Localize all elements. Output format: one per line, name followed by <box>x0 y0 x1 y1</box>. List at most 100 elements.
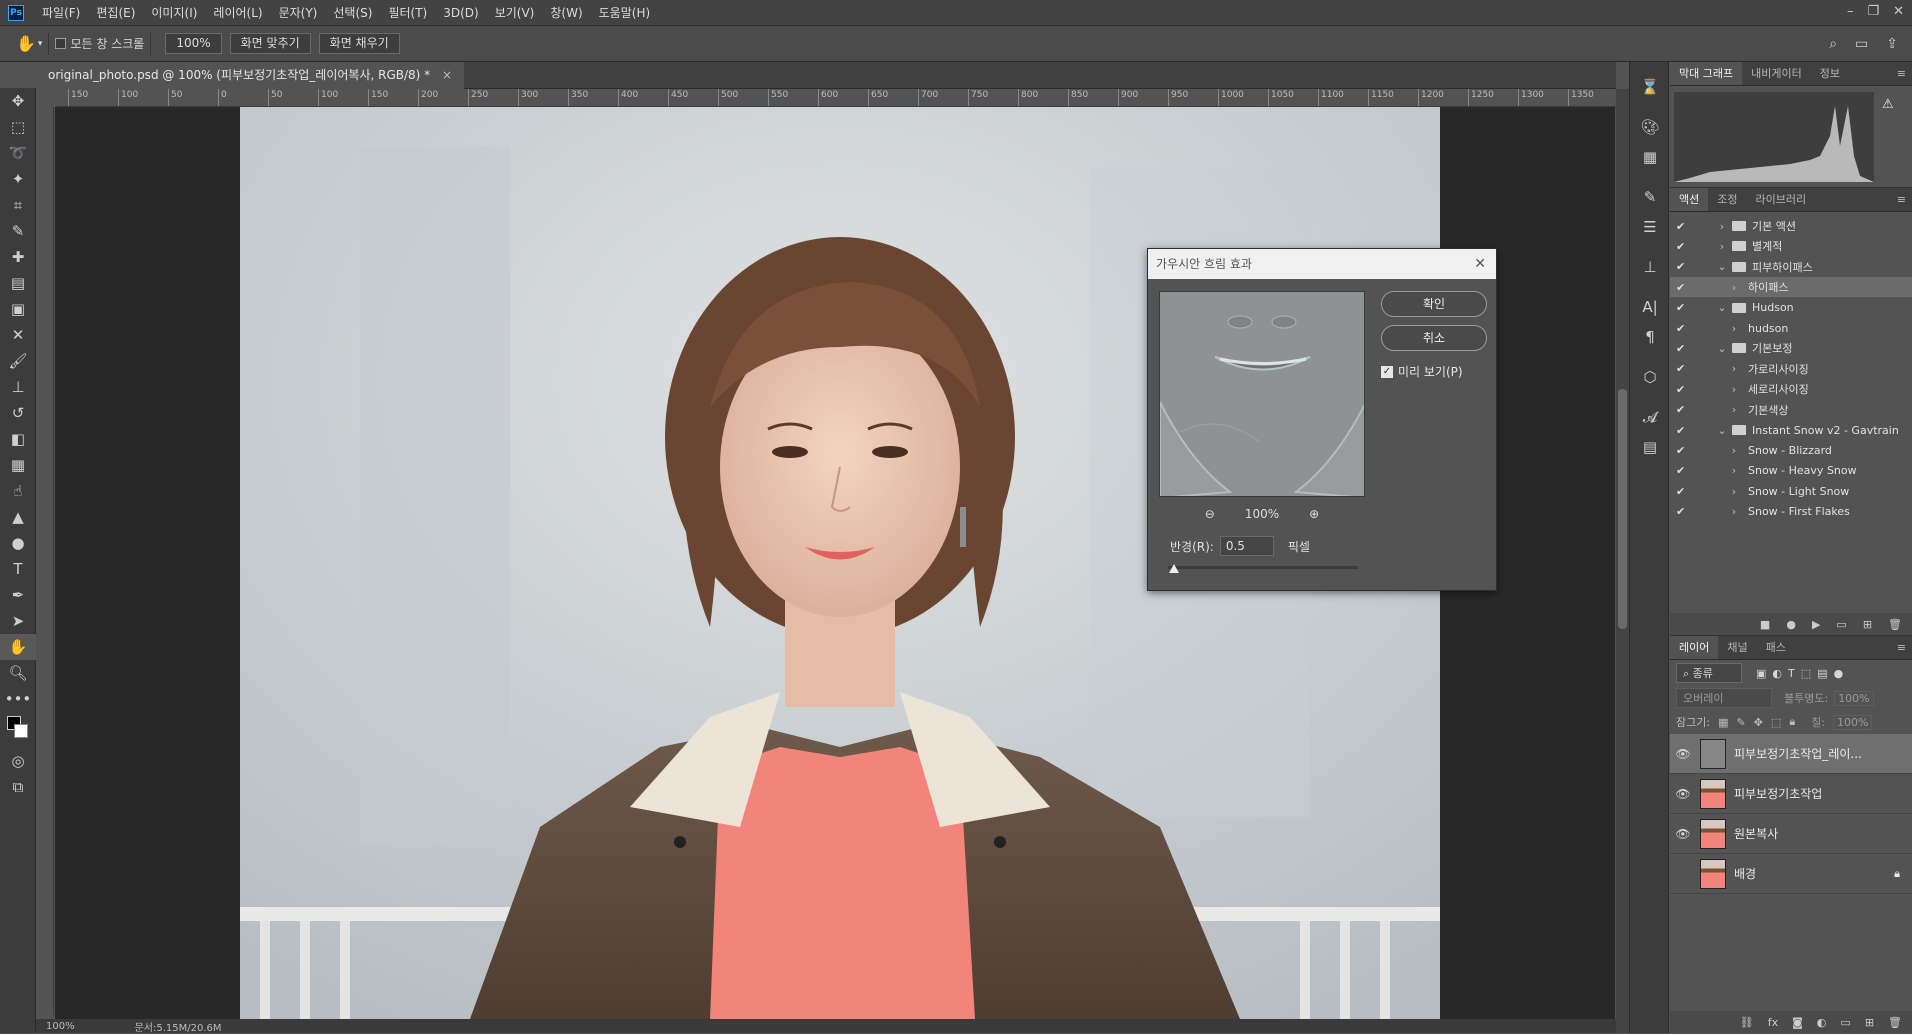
visibility-eye-icon[interactable]: 👁︎ <box>1670 827 1696 841</box>
menu-item-5[interactable]: 선택(S) <box>325 0 380 26</box>
dialog-toggle-box[interactable] <box>1696 423 1710 437</box>
menu-item-4[interactable]: 문자(Y) <box>271 0 326 26</box>
layer-filter-dropdown[interactable]: ⌕ 종류 <box>1676 663 1742 683</box>
menu-item-6[interactable]: 필터(T) <box>380 0 435 26</box>
preview-checkbox[interactable]: ✓ 미리 보기(P) <box>1381 363 1463 380</box>
lock-position-icon[interactable]: ✥ <box>1754 716 1763 729</box>
smudge-tool-icon[interactable]: ☝ <box>0 478 36 504</box>
zoom-out-icon[interactable]: ⊖ <box>1205 507 1215 521</box>
content-aware-move-icon[interactable]: ✕ <box>0 322 36 348</box>
patch-tool-icon[interactable]: ▤ <box>0 270 36 296</box>
action-enabled-check-icon[interactable]: ✔ <box>1676 505 1692 518</box>
play-icon[interactable]: ▶ <box>1812 618 1820 631</box>
history-brush-tool-icon[interactable]: ↺ <box>0 400 36 426</box>
dialog-toggle-box[interactable] <box>1696 403 1710 417</box>
action-enabled-check-icon[interactable]: ✔ <box>1676 342 1692 355</box>
visibility-eye-icon[interactable]: 👁︎ <box>1670 747 1696 761</box>
eyedropper-tool-icon[interactable]: ✎ <box>0 218 36 244</box>
action-enabled-check-icon[interactable]: ✔ <box>1676 424 1692 437</box>
new-action-icon[interactable]: ⊞ <box>1863 618 1872 631</box>
chevron-right-icon[interactable]: › <box>1716 220 1728 233</box>
frame-tool-icon[interactable]: ▣ <box>0 296 36 322</box>
stop-icon[interactable]: ■ <box>1760 618 1770 631</box>
zoom-tool-icon[interactable]: 🔍︎ <box>0 660 36 686</box>
filter-toggle-icon[interactable]: ● <box>1834 667 1844 680</box>
link-layers-icon[interactable]: ⛓︎ <box>1740 1016 1754 1029</box>
hand-tool-active-icon[interactable]: ✋ <box>0 634 36 660</box>
action-enabled-check-icon[interactable]: ✔ <box>1676 485 1692 498</box>
properties-panel-icon[interactable]: ▤ <box>1630 432 1670 462</box>
dialog-toggle-box[interactable] <box>1696 484 1710 498</box>
dialog-toggle-box[interactable] <box>1696 301 1710 315</box>
tab-layers[interactable]: 레이어 <box>1670 636 1719 659</box>
eraser-tool-icon[interactable]: ◧ <box>0 426 36 452</box>
3d-panel-icon[interactable]: ⬡ <box>1630 362 1670 392</box>
status-zoom[interactable]: 100% <box>46 1021 75 1032</box>
filter-type-icon[interactable]: T <box>1788 667 1795 680</box>
tab-paths[interactable]: 패스 <box>1757 636 1795 659</box>
lock-artboard-icon[interactable]: ⬚ <box>1771 716 1781 729</box>
filter-pixel-icon[interactable]: ▣ <box>1756 667 1766 680</box>
chevron-right-icon[interactable]: › <box>1728 464 1740 477</box>
brush-tool-icon[interactable]: 🖌 <box>0 348 36 374</box>
action-row[interactable]: ✔ › hudson <box>1670 318 1912 338</box>
layer-row[interactable]: 👁︎ 원본복사 <box>1670 814 1912 854</box>
radius-input[interactable]: 0.5 <box>1219 536 1274 556</box>
dialog-toggle-box[interactable] <box>1696 505 1710 519</box>
lock-pixels-icon[interactable]: ✎ <box>1736 716 1745 729</box>
actions-menu-icon[interactable]: ≡ <box>1897 188 1906 211</box>
add-mask-icon[interactable]: ◙ <box>1792 1016 1803 1029</box>
layer-style-icon[interactable]: fx <box>1768 1016 1778 1029</box>
menu-item-3[interactable]: 레이어(L) <box>205 0 270 26</box>
restore-icon[interactable]: ❐ <box>1867 0 1879 24</box>
layer-row[interactable]: 배경 🔒︎ <box>1670 854 1912 894</box>
more-tools-icon[interactable]: ••• <box>0 686 36 712</box>
sharpen-tool-icon[interactable]: ▲ <box>0 504 36 530</box>
minimize-icon[interactable]: – <box>1847 0 1854 24</box>
dialog-toggle-box[interactable] <box>1696 321 1710 335</box>
scroll-all-windows-checkbox[interactable]: 모든 창 스크롤 <box>55 35 144 52</box>
new-group-icon[interactable]: ▭ <box>1840 1016 1850 1029</box>
tab-info[interactable]: 정보 <box>1811 62 1849 85</box>
tab-navigator[interactable]: 내비게이터 <box>1742 62 1811 85</box>
document-tab[interactable]: original_photo.psd @ 100% (피부보정기초작업_레이어복… <box>36 62 465 89</box>
new-adjustment-icon[interactable]: ◐ <box>1817 1016 1827 1029</box>
filter-smart-icon[interactable]: ▤ <box>1817 667 1827 680</box>
dialog-toggle-box[interactable] <box>1696 464 1710 478</box>
chevron-right-icon[interactable]: › <box>1728 281 1740 294</box>
action-enabled-check-icon[interactable]: ✔ <box>1676 464 1692 477</box>
lock-transparent-icon[interactable]: ▦ <box>1718 716 1728 729</box>
filter-shape-icon[interactable]: ⬚ <box>1801 667 1811 680</box>
menu-item-2[interactable]: 이미지(I) <box>143 0 205 26</box>
ok-button[interactable]: 확인 <box>1381 291 1487 317</box>
glyphs-panel-icon[interactable]: 𝓐 <box>1630 402 1670 432</box>
layer-row[interactable]: 👁︎ 피부보정기초작업_레이... <box>1670 734 1912 774</box>
dialog-toggle-box[interactable] <box>1696 280 1710 294</box>
adjustments-panel-icon[interactable]: ☰ <box>1630 212 1670 242</box>
action-enabled-check-icon[interactable]: ✔ <box>1676 383 1692 396</box>
clone-source-panel-icon[interactable]: ⊥ <box>1630 252 1670 282</box>
color-swap-icon[interactable] <box>0 712 36 748</box>
visibility-eye-icon[interactable]: 👁︎ <box>1670 787 1696 801</box>
lasso-tool-icon[interactable]: ➰ <box>0 140 36 166</box>
action-enabled-check-icon[interactable]: ✔ <box>1676 220 1692 233</box>
type-tool-icon[interactable]: T <box>0 556 36 582</box>
action-enabled-check-icon[interactable]: ✔ <box>1676 362 1692 375</box>
tab-histogram[interactable]: 막대 그래프 <box>1670 62 1743 85</box>
chevron-right-icon[interactable]: › <box>1716 240 1728 253</box>
marquee-tool-icon[interactable]: ⬚ <box>0 114 36 140</box>
gradient-tool-icon[interactable]: ▦ <box>0 452 36 478</box>
pen-tool-icon[interactable]: ✒ <box>0 582 36 608</box>
chevron-right-icon[interactable]: › <box>1728 383 1740 396</box>
action-row[interactable]: ✔ ⌄ 피부하이패스 <box>1670 257 1912 277</box>
chevron-down-icon[interactable]: ⌄ <box>1716 301 1728 314</box>
action-row[interactable]: ✔ › 기본 액션 <box>1670 216 1912 236</box>
blend-mode-dropdown[interactable]: 오버레이 <box>1676 688 1772 708</box>
chevron-down-icon[interactable]: ⌄ <box>1716 260 1728 273</box>
path-selection-tool-icon[interactable]: ➤ <box>0 608 36 634</box>
chevron-right-icon[interactable]: › <box>1728 322 1740 335</box>
layers-menu-icon[interactable]: ≡ <box>1897 636 1906 659</box>
action-enabled-check-icon[interactable]: ✔ <box>1676 322 1692 335</box>
radius-slider[interactable] <box>1168 564 1358 573</box>
close-tab-icon[interactable]: × <box>442 68 452 82</box>
